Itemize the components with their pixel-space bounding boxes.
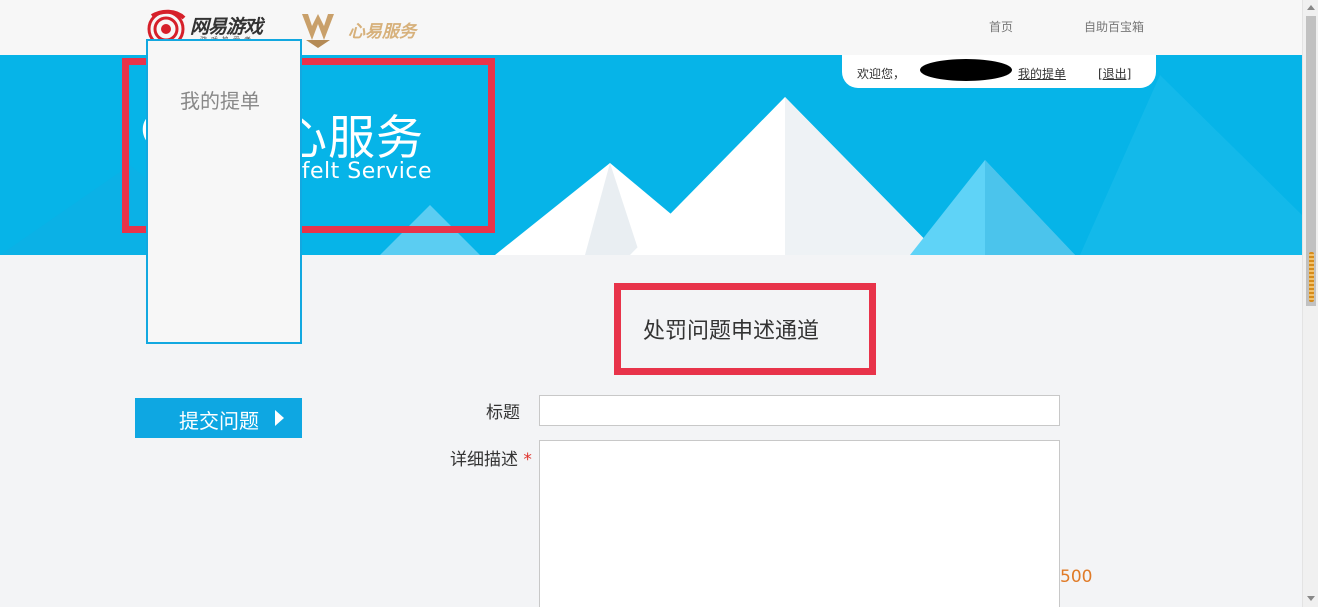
caret-right-icon <box>275 410 284 426</box>
page-scrollbar[interactable] <box>1302 0 1318 607</box>
xinyi-shield-icon <box>302 14 334 48</box>
char-counter: 500 <box>1060 567 1093 587</box>
logout-link[interactable]: [退出] <box>1098 65 1131 82</box>
description-textarea[interactable] <box>539 440 1060 607</box>
service-logo-text: 心易服务 <box>348 22 416 42</box>
sidebar-nav: 我的提单 <box>146 39 302 344</box>
required-mark: * <box>523 450 532 470</box>
page-title: 处罚问题申述通道 <box>643 319 820 344</box>
scroll-down-icon[interactable] <box>1307 596 1315 601</box>
title-label: 标题 <box>486 403 520 423</box>
scroll-up-icon[interactable] <box>1307 5 1315 10</box>
user-panel: 欢迎您， 我的提单 [退出] <box>842 55 1156 88</box>
sidebar-item-my-tickets[interactable]: 我的提单 <box>180 85 260 114</box>
nav-home-link[interactable]: 首页 <box>989 18 1013 35</box>
welcome-text: 欢迎您， <box>857 67 906 81</box>
sidebar-item-submit-question[interactable]: 提交问题 <box>135 398 302 438</box>
redacted-username <box>920 59 1012 81</box>
sidebar-item-label: 提交问题 <box>179 409 259 433</box>
nav-toolbox-link[interactable]: 自助百宝箱 <box>1084 18 1144 35</box>
description-label: 详细描述 * <box>450 445 532 470</box>
title-input[interactable] <box>539 395 1060 426</box>
xinyi-service-logo[interactable]: 心易服务 <box>298 10 428 48</box>
description-label-text: 详细描述 <box>450 450 518 470</box>
my-tickets-link[interactable]: 我的提单 <box>1018 65 1066 82</box>
scroll-grip-icon[interactable] <box>1309 252 1314 302</box>
